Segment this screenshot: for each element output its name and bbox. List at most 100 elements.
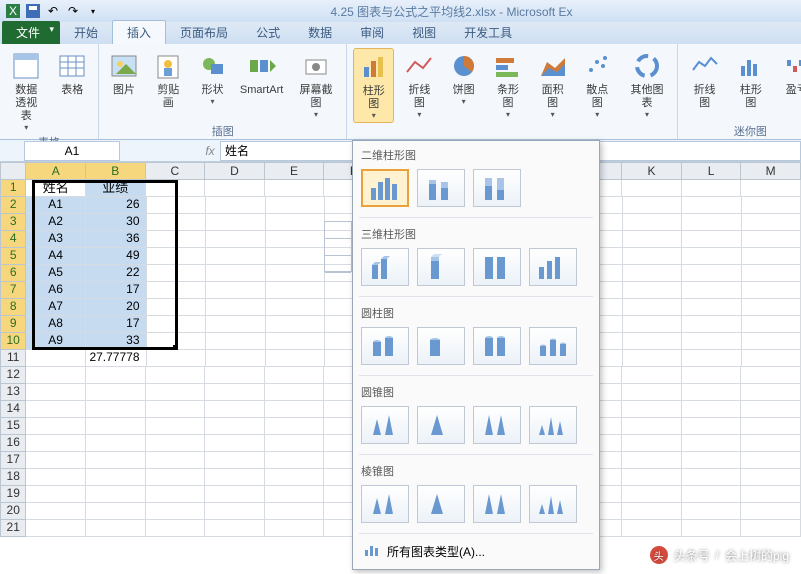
other-chart-button[interactable]: 其他图表▾ (623, 48, 672, 123)
cell-C12[interactable] (146, 367, 206, 384)
cell-D14[interactable] (205, 401, 265, 418)
cell-D12[interactable] (205, 367, 265, 384)
cell-D2[interactable] (206, 197, 266, 214)
cell-A21[interactable] (26, 520, 86, 537)
cell-L10[interactable] (682, 333, 742, 350)
cell-M19[interactable] (741, 486, 801, 503)
cell-C1[interactable] (146, 180, 206, 197)
cell-E21[interactable] (265, 520, 325, 537)
cell-A10[interactable]: A9 (26, 333, 86, 350)
cell-K6[interactable] (623, 265, 683, 282)
cell-E6[interactable] (266, 265, 326, 282)
cell-E18[interactable] (265, 469, 325, 486)
cell-M1[interactable] (741, 180, 801, 197)
cell-D21[interactable] (205, 520, 265, 537)
cell-K3[interactable] (623, 214, 683, 231)
cell-C21[interactable] (146, 520, 206, 537)
cell-C5[interactable] (147, 248, 207, 265)
cell-L15[interactable] (682, 418, 742, 435)
cell-E20[interactable] (265, 503, 325, 520)
cell-B11[interactable]: 27.77778 (86, 350, 147, 367)
row-header-8[interactable]: 8 (0, 299, 26, 316)
cell-C6[interactable] (147, 265, 207, 282)
cell-M16[interactable] (741, 435, 801, 452)
cell-C18[interactable] (146, 469, 206, 486)
cell-B16[interactable] (86, 435, 146, 452)
cell-D3[interactable] (206, 214, 266, 231)
chart-cone-4[interactable] (529, 406, 577, 444)
cell-A6[interactable]: A5 (26, 265, 86, 282)
cell-D11[interactable] (206, 350, 266, 367)
cell-D17[interactable] (205, 452, 265, 469)
line-chart-button[interactable]: 折线图▾ (400, 48, 439, 123)
row-header-21[interactable]: 21 (0, 520, 26, 537)
cell-K10[interactable] (623, 333, 683, 350)
cell-M9[interactable] (742, 316, 801, 333)
cell-D13[interactable] (205, 384, 265, 401)
sparkline-winloss-button[interactable]: 盈亏 (777, 48, 801, 123)
cell-L5[interactable] (682, 248, 742, 265)
cell-K14[interactable] (622, 401, 682, 418)
cell-M12[interactable] (741, 367, 801, 384)
chart-3d-clustered[interactable] (361, 248, 409, 286)
row-header-6[interactable]: 6 (0, 265, 26, 282)
chart-3d-stacked[interactable] (417, 248, 465, 286)
tab-home[interactable]: 开始 (60, 21, 112, 44)
chart-cylinder-2[interactable] (417, 327, 465, 365)
cell-C3[interactable] (147, 214, 207, 231)
cell-E1[interactable] (265, 180, 325, 197)
clipart-button[interactable]: 剪贴画 (149, 48, 188, 123)
cell-D6[interactable] (206, 265, 266, 282)
chart-cone-2[interactable] (417, 406, 465, 444)
cell-M6[interactable] (742, 265, 801, 282)
row-header-15[interactable]: 15 (0, 418, 26, 435)
cell-C2[interactable] (147, 197, 207, 214)
pie-chart-button[interactable]: 饼图▾ (445, 48, 483, 123)
cell-L2[interactable] (682, 197, 742, 214)
cell-C9[interactable] (147, 316, 207, 333)
cell-E13[interactable] (265, 384, 325, 401)
chart-cylinder-1[interactable] (361, 327, 409, 365)
cell-D20[interactable] (205, 503, 265, 520)
cell-C4[interactable] (147, 231, 207, 248)
cell-E4[interactable] (266, 231, 326, 248)
cell-K8[interactable] (623, 299, 683, 316)
cell-M3[interactable] (742, 214, 801, 231)
cell-B9[interactable]: 17 (86, 316, 147, 333)
tab-review[interactable]: 审阅 (346, 21, 398, 44)
row-header-20[interactable]: 20 (0, 503, 26, 520)
cell-C20[interactable] (146, 503, 206, 520)
cell-E14[interactable] (265, 401, 325, 418)
cell-E17[interactable] (265, 452, 325, 469)
cell-B20[interactable] (86, 503, 146, 520)
cell-B1[interactable]: 业绩 (86, 180, 146, 197)
cell-B10[interactable]: 33 (86, 333, 147, 350)
cell-D10[interactable] (206, 333, 266, 350)
cell-A14[interactable] (26, 401, 86, 418)
cell-L18[interactable] (682, 469, 742, 486)
cell-B2[interactable]: 26 (86, 197, 147, 214)
cell-B15[interactable] (86, 418, 146, 435)
chart-stacked-column[interactable] (417, 169, 465, 207)
cell-C14[interactable] (146, 401, 206, 418)
cell-E3[interactable] (266, 214, 326, 231)
cell-E10[interactable] (266, 333, 326, 350)
row-header-7[interactable]: 7 (0, 282, 26, 299)
cell-L7[interactable] (682, 282, 742, 299)
cell-K21[interactable] (622, 520, 682, 537)
chart-100-stacked-column[interactable] (473, 169, 521, 207)
cell-E9[interactable] (266, 316, 326, 333)
cell-E2[interactable] (266, 197, 326, 214)
chart-cone-1[interactable] (361, 406, 409, 444)
cell-E11[interactable] (266, 350, 326, 367)
cell-A7[interactable]: A6 (26, 282, 86, 299)
cell-A17[interactable] (26, 452, 86, 469)
chart-3d-100stacked[interactable] (473, 248, 521, 286)
pivot-table-button[interactable]: 数据透视表▾ (6, 48, 47, 134)
name-box[interactable]: A1 (24, 141, 120, 161)
col-header-M[interactable]: M (741, 162, 801, 180)
cell-C16[interactable] (146, 435, 206, 452)
cell-C11[interactable] (147, 350, 207, 367)
cell-M20[interactable] (741, 503, 801, 520)
qat-dropdown-icon[interactable]: ▾ (84, 2, 102, 20)
